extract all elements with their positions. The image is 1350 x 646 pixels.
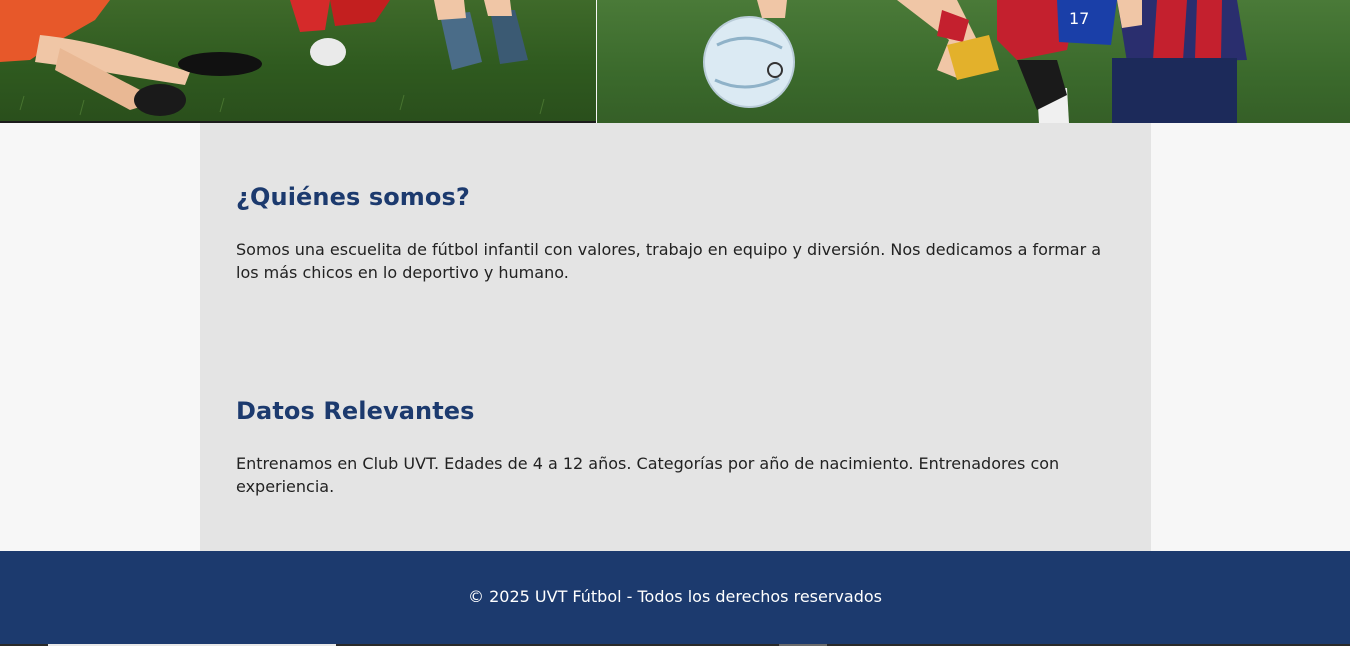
about-card: ¿Quiénes somos? Somos una escuelita de f…	[200, 123, 1151, 551]
hero-image-right: 17	[597, 0, 1350, 123]
relevant-data-text: Entrenamos en Club UVT. Edades de 4 a 12…	[236, 454, 1060, 496]
svg-text:17: 17	[1069, 9, 1089, 28]
site-footer: © 2025 UVT Fútbol - Todos los derechos r…	[0, 551, 1350, 644]
hero-image-left	[0, 0, 596, 123]
kids-playing-photo: 17	[703, 0, 1247, 123]
kids-sitting-photo	[0, 0, 545, 116]
hero-banner: 17	[0, 0, 1350, 123]
about-title: ¿Quiénes somos?	[236, 183, 470, 211]
about-text: Somos una escuelita de fútbol infantil c…	[236, 240, 1102, 282]
relevant-data-title: Datos Relevantes	[236, 397, 475, 425]
copyright-text: © 2025 UVT Fútbol - Todos los derechos r…	[468, 587, 882, 606]
